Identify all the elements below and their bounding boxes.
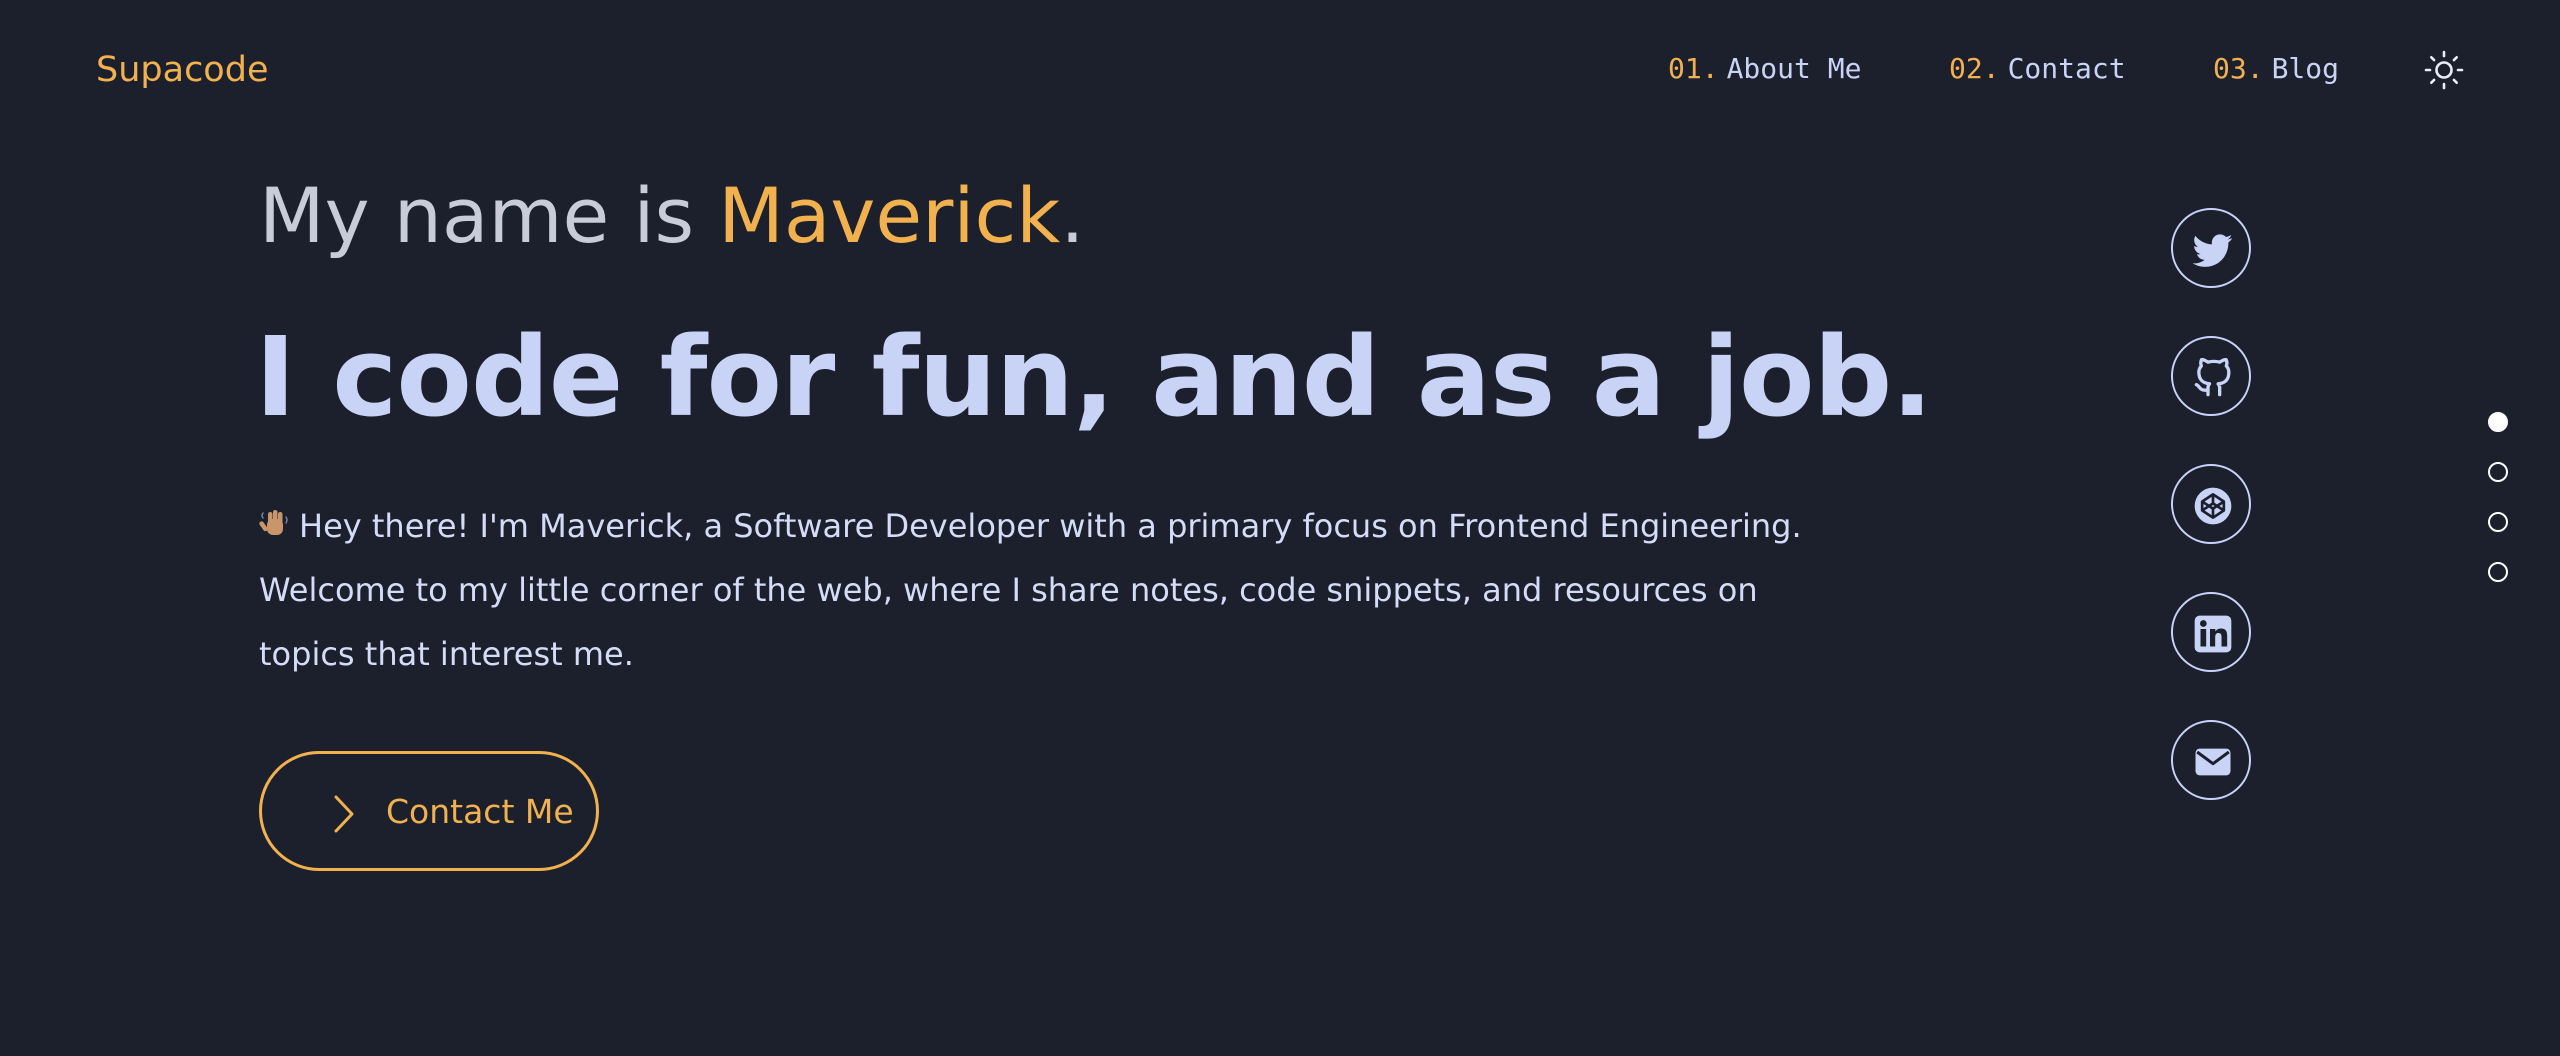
nav-item-number: 02. — [1949, 52, 2000, 85]
nav-item-label: Blog — [2271, 52, 2340, 85]
hero-headline: I code for fun, and as a job. — [255, 313, 1933, 441]
main-nav: 01. About Me 02. Contact 03. Blog — [0, 52, 2560, 92]
contact-me-button[interactable]: Contact Me — [259, 751, 599, 871]
sun-icon — [2424, 50, 2464, 90]
intro-suffix: . — [1060, 171, 1085, 260]
intro-prefix: My name is — [259, 171, 719, 260]
section-dot-3[interactable] — [2488, 512, 2508, 532]
github-link[interactable] — [2171, 336, 2251, 416]
chevron-right-icon — [334, 795, 354, 833]
twitter-link[interactable] — [2171, 208, 2251, 288]
linkedin-icon — [2194, 615, 2232, 653]
linkedin-link[interactable] — [2171, 592, 2251, 672]
codepen-link[interactable] — [2171, 464, 2251, 544]
github-icon — [2194, 358, 2231, 397]
intro-heading: My name is Maverick. — [259, 178, 1084, 254]
mail-icon — [2195, 748, 2231, 776]
nav-item-contact[interactable]: 02. Contact — [1949, 52, 2126, 85]
nav-item-about-me[interactable]: 01. About Me — [1668, 52, 1861, 85]
waving-hand-icon — [259, 510, 288, 535]
nav-item-label: About Me — [1726, 52, 1862, 85]
email-link[interactable] — [2171, 720, 2251, 800]
section-dot-2[interactable] — [2488, 462, 2508, 482]
nav-item-label: Contact — [2007, 52, 2126, 85]
nav-item-number: 01. — [1668, 52, 1719, 85]
nav-item-blog[interactable]: 03. Blog — [2213, 52, 2339, 85]
twitter-icon — [2193, 234, 2233, 267]
section-dot-1[interactable] — [2488, 412, 2508, 432]
hero-bio: Hey there! I'm Maverick, a Software Deve… — [259, 494, 1819, 686]
codepen-icon — [2194, 487, 2232, 525]
contact-me-label: Contact Me — [386, 792, 574, 831]
intro-name: Maverick — [718, 171, 1061, 260]
nav-item-number: 03. — [2213, 52, 2264, 85]
section-dot-4[interactable] — [2488, 562, 2508, 582]
bio-text: Hey there! I'm Maverick, a Software Deve… — [259, 507, 1802, 673]
theme-toggle-button[interactable] — [2424, 50, 2464, 90]
